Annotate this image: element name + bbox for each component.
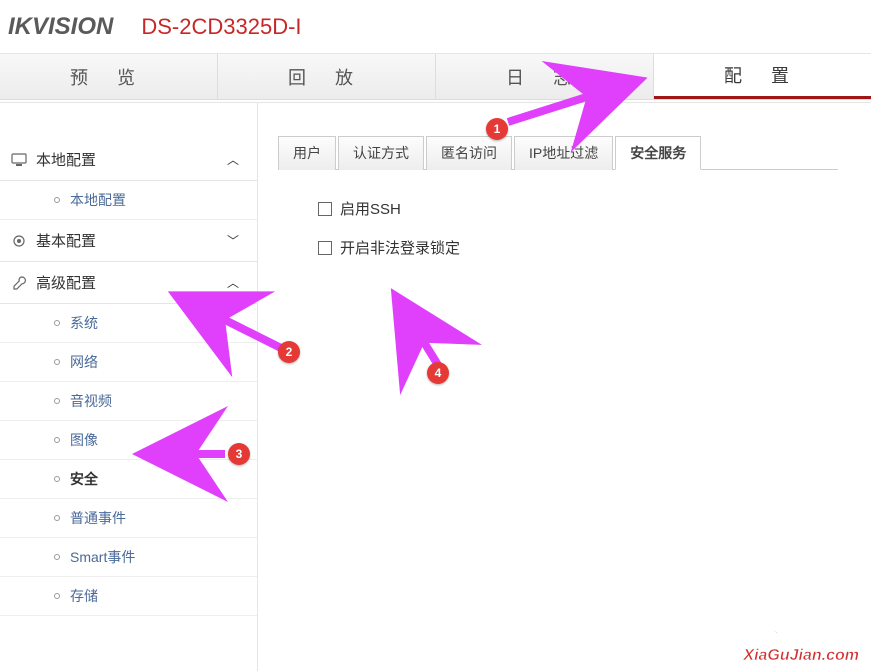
wrench-icon (10, 274, 28, 292)
header-bar: IKVISION DS-2CD3325D-I (0, 0, 871, 54)
brand-logo: IKVISION (8, 13, 113, 41)
bullet-icon (54, 398, 60, 404)
subtab-ipfilter[interactable]: IP地址过滤 (514, 136, 613, 170)
sidebar-item-label: 图像 (70, 430, 98, 450)
subtab-auth[interactable]: 认证方式 (338, 136, 424, 170)
bullet-icon (54, 515, 60, 521)
chevron-up-icon: ︿ (227, 274, 239, 291)
watermark-cn: 下固件网 (743, 615, 859, 647)
bullet-icon (54, 554, 60, 560)
sidebar-item-label: 普通事件 (70, 508, 126, 528)
tab-playback[interactable]: 回 放 (218, 54, 436, 99)
tab-log[interactable]: 日 志 (436, 54, 654, 99)
sidebar-section-basic[interactable]: 基本配置 ﹀ (0, 220, 257, 262)
sidebar: 本地配置 ︿ 本地配置 基本配置 ﹀ 高级配置 ︿ 系统 网络 音视频 图像 安… (0, 103, 258, 671)
sidebar-item-label: 音视频 (70, 391, 112, 411)
sidebar-section-local[interactable]: 本地配置 ︿ (0, 139, 257, 181)
sidebar-item-audiovideo[interactable]: 音视频 (0, 382, 257, 421)
bullet-icon (54, 320, 60, 326)
enable-ssh-row: 启用SSH (318, 198, 871, 219)
watermark: 下固件网 XiaGuJian.com (743, 615, 859, 665)
sidebar-item-security[interactable]: 安全 (0, 460, 257, 499)
enable-lockout-label: 开启非法登录锁定 (340, 237, 460, 258)
subtab-security-service[interactable]: 安全服务 (615, 136, 701, 170)
sidebar-item-image[interactable]: 图像 (0, 421, 257, 460)
gear-icon (10, 232, 28, 250)
enable-lockout-checkbox[interactable] (318, 241, 332, 255)
bullet-icon (54, 476, 60, 482)
sidebar-section-advanced[interactable]: 高级配置 ︿ (0, 262, 257, 304)
security-options: 启用SSH 开启非法登录锁定 (278, 170, 871, 258)
annotation-badge-2: 2 (278, 341, 300, 363)
sidebar-section-label: 基本配置 (36, 230, 96, 251)
sub-tab-bar: 用户 认证方式 匿名访问 IP地址过滤 安全服务 (278, 135, 838, 170)
sidebar-item-label: 网络 (70, 352, 98, 372)
tab-preview[interactable]: 预 览 (0, 54, 218, 99)
enable-ssh-checkbox[interactable] (318, 202, 332, 216)
sidebar-item-label: 存储 (70, 586, 98, 606)
sidebar-item-normal-events[interactable]: 普通事件 (0, 499, 257, 538)
top-tab-bar: 预 览 回 放 日 志 配 置 (0, 54, 871, 100)
chevron-up-icon: ︿ (227, 151, 239, 168)
sidebar-item-network[interactable]: 网络 (0, 343, 257, 382)
sidebar-item-local-config[interactable]: 本地配置 (0, 181, 257, 220)
content-pane: 用户 认证方式 匿名访问 IP地址过滤 安全服务 启用SSH 开启非法登录锁定 (258, 103, 871, 671)
annotation-badge-4: 4 (427, 362, 449, 384)
sidebar-item-system[interactable]: 系统 (0, 304, 257, 343)
sidebar-item-label: Smart事件 (70, 547, 135, 567)
bullet-icon (54, 197, 60, 203)
watermark-en: XiaGuJian.com (743, 647, 859, 665)
bullet-icon (54, 437, 60, 443)
sidebar-item-storage[interactable]: 存储 (0, 577, 257, 616)
sidebar-section-label: 本地配置 (36, 149, 96, 170)
sidebar-item-label: 本地配置 (70, 190, 126, 210)
sidebar-item-label: 安全 (70, 469, 98, 489)
subtab-anonymous[interactable]: 匿名访问 (426, 136, 512, 170)
enable-ssh-label: 启用SSH (340, 198, 401, 219)
monitor-icon (10, 151, 28, 169)
annotation-badge-1: 1 (486, 118, 508, 140)
sidebar-section-label: 高级配置 (36, 272, 96, 293)
enable-lockout-row: 开启非法登录锁定 (318, 237, 871, 258)
annotation-badge-3: 3 (228, 443, 250, 465)
tab-config[interactable]: 配 置 (654, 54, 871, 99)
bullet-icon (54, 359, 60, 365)
sidebar-item-smart-events[interactable]: Smart事件 (0, 538, 257, 577)
chevron-down-icon: ﹀ (227, 232, 239, 249)
subtab-user[interactable]: 用户 (278, 136, 336, 170)
device-model: DS-2CD3325D-I (141, 14, 301, 40)
sidebar-item-label: 系统 (70, 313, 98, 333)
bullet-icon (54, 593, 60, 599)
